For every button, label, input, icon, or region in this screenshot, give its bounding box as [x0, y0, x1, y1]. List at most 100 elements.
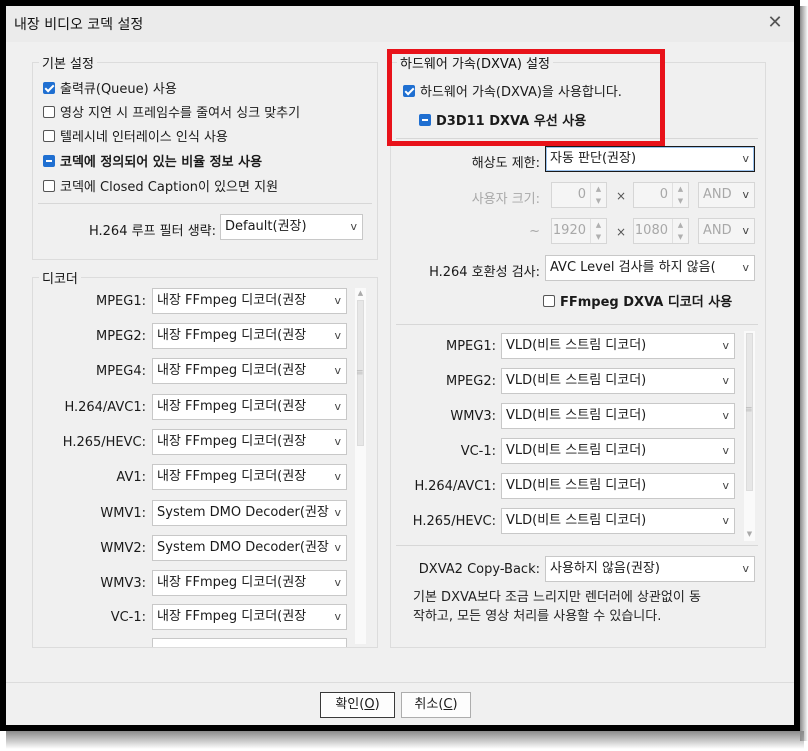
- range-tilde: ~: [529, 224, 540, 239]
- dxva-scrollbar[interactable]: ≡ ▼: [744, 331, 755, 541]
- dxva-label-mpeg1: MPEG1:: [446, 339, 496, 354]
- select-value: 내장 FFmpeg 디코더(권장: [157, 609, 307, 624]
- description-line: 작하고, 모든 영상 처리를 사용할 수 있습니다.: [413, 609, 662, 624]
- spin-arrows-icon[interactable]: ▲ ▼: [590, 183, 606, 207]
- max-width-spinner[interactable]: 1920 ▲ ▼: [551, 218, 607, 244]
- use-dxva-checkbox[interactable]: 하드웨어 가속(DXVA)을 사용합니다.: [403, 81, 622, 100]
- user-height-spinner[interactable]: 0 ▲ ▼: [633, 182, 689, 208]
- chevron-down-icon: v: [742, 152, 749, 165]
- decoder-label-wmv2: WMV2:: [100, 541, 146, 556]
- h264-loop-filter-select[interactable]: Default(권장) v: [220, 214, 363, 240]
- divider: [396, 138, 758, 139]
- divider: [396, 545, 758, 546]
- decoder-select-mpeg2[interactable]: 내장 FFmpeg 디코더(권장 v: [152, 323, 347, 349]
- decoder-select-mpeg1[interactable]: 내장 FFmpeg 디코더(권장 v: [152, 288, 347, 314]
- resolution-limit-select[interactable]: 자동 판단(권장) v: [545, 146, 755, 172]
- dxva-select-h265[interactable]: VLD(비트 스트림 디코더) v: [501, 508, 735, 534]
- times-icon: ×: [616, 189, 627, 203]
- spin-arrows-icon[interactable]: ▲ ▼: [672, 219, 688, 243]
- title-bar[interactable]: 내장 비디오 코덱 설정 ✕: [6, 6, 794, 42]
- spin-arrows-icon[interactable]: ▲ ▼: [590, 219, 606, 243]
- frame-drop-sync-checkbox[interactable]: 영상 지연 시 프레임수를 줄여서 싱크 맞추기: [43, 102, 300, 121]
- indeterminate-check-icon: [43, 154, 55, 167]
- decoder-select-wmv3[interactable]: 내장 FFmpeg 디코더(권장 v: [152, 570, 347, 596]
- decoder-scrollbar[interactable]: ▲ ≡: [355, 288, 366, 644]
- decoder-label-mpeg2: MPEG2:: [96, 329, 146, 344]
- spinner-value: 1080: [634, 223, 668, 238]
- dialog-footer: 확인(O) 취소(C): [6, 682, 794, 725]
- check-icon: [403, 84, 415, 97]
- decoder-title: 디코더: [39, 268, 81, 287]
- chevron-down-icon: v: [722, 409, 729, 422]
- user-size-operator-select[interactable]: AND v: [698, 182, 755, 208]
- h264-compat-select[interactable]: AVC Level 검사를 하지 않음( v: [545, 255, 755, 281]
- decoder-list-cut: [152, 638, 347, 647]
- dxva-select-mpeg1[interactable]: VLD(비트 스트림 디코더) v: [501, 333, 735, 359]
- select-value: 내장 FFmpeg 디코더(권장: [157, 434, 307, 449]
- dxva-label-vc1: VC-1:: [460, 444, 496, 459]
- chevron-down-icon: v: [742, 261, 749, 274]
- user-width-spinner[interactable]: 0 ▲ ▼: [551, 182, 607, 208]
- button-label: 취소(: [414, 697, 444, 712]
- scroll-down-icon[interactable]: ▼: [744, 529, 755, 539]
- close-icon[interactable]: ✕: [764, 12, 786, 34]
- scroll-up-icon[interactable]: ▲: [355, 288, 366, 298]
- select-value: System DMO Decoder(권장: [157, 540, 329, 555]
- d3d11-checkbox[interactable]: D3D11 DXVA 우선 사용: [419, 110, 586, 129]
- decoder-select-wmv1[interactable]: System DMO Decoder(권장 v: [152, 500, 347, 526]
- chevron-down-icon: v: [722, 339, 729, 352]
- max-size-operator-select[interactable]: AND v: [698, 218, 755, 244]
- decoder-label-h265: H.265/HEVC:: [62, 435, 146, 450]
- window-shadow-right: [800, 6, 808, 741]
- select-value: AND: [703, 223, 732, 238]
- cancel-button[interactable]: 취소(C): [401, 692, 471, 718]
- chevron-down-icon: v: [722, 514, 729, 527]
- decoder-select-h264[interactable]: 내장 FFmpeg 디코더(권장 v: [152, 394, 347, 420]
- chevron-down-icon: v: [334, 400, 341, 413]
- copyback-description: 기본 DXVA보다 조금 느리지만 렌더러에 상관없이 동 작하고, 모든 영상…: [413, 588, 758, 626]
- spin-arrows-icon[interactable]: ▲ ▼: [672, 183, 688, 207]
- dxva-select-vc1[interactable]: VLD(비트 스트림 디코더) v: [501, 438, 735, 464]
- select-value: AVC Level 검사를 하지 않음(: [550, 260, 716, 275]
- basic-settings-title: 기본 설정: [39, 53, 97, 72]
- divider: [396, 324, 758, 325]
- ok-button[interactable]: 확인(O): [320, 692, 395, 718]
- queue-checkbox[interactable]: 출력큐(Queue) 사용: [43, 78, 177, 97]
- dxva-select-wmv3[interactable]: VLD(비트 스트림 디코더) v: [501, 403, 735, 429]
- ffmpeg-dxva-checkbox[interactable]: FFmpeg DXVA 디코더 사용: [543, 291, 732, 310]
- decoder-select-mpeg4[interactable]: 내장 FFmpeg 디코더(권장 v: [152, 358, 347, 384]
- shortcut-key: C: [443, 697, 453, 712]
- decoder-label-h264: H.264/AVC1:: [64, 400, 146, 415]
- checkbox-label: 코덱에 Closed Caption이 있으면 지원: [60, 180, 279, 195]
- window-title: 내장 비디오 코덱 설정: [14, 17, 144, 33]
- telecine-checkbox[interactable]: 텔레시네 인터레이스 인식 사용: [43, 126, 228, 145]
- aspect-ratio-checkbox[interactable]: 코덱에 정의되어 있는 비율 정보 사용: [43, 151, 262, 170]
- checkbox-label: 출력큐(Queue) 사용: [60, 82, 177, 97]
- decoder-select-vc1[interactable]: 내장 FFmpeg 디코더(권장 v: [152, 604, 347, 630]
- copyback-select[interactable]: 사용하지 않음(권장) v: [545, 556, 755, 582]
- decoder-select-wmv2[interactable]: System DMO Decoder(권장 v: [152, 535, 347, 561]
- max-height-spinner[interactable]: 1080 ▲ ▼: [633, 218, 689, 244]
- chevron-down-icon: v: [334, 435, 341, 448]
- decoder-label-mpeg4: MPEG4:: [96, 364, 146, 379]
- chevron-down-icon: v: [334, 506, 341, 519]
- chevron-down-icon: v: [742, 188, 749, 201]
- dxva-label-wmv3: WMV3:: [450, 409, 496, 424]
- dxva-select-mpeg2[interactable]: VLD(비트 스트림 디코더) v: [501, 368, 735, 394]
- copyback-label: DXVA2 Copy-Back:: [418, 562, 540, 577]
- select-value: 내장 FFmpeg 디코더(권장: [157, 363, 307, 378]
- checkbox-label: FFmpeg DXVA 디코더 사용: [560, 295, 733, 310]
- chevron-down-icon: v: [722, 479, 729, 492]
- resolution-limit-label: 해상도 제한:: [471, 156, 540, 171]
- decoder-select-h265[interactable]: 내장 FFmpeg 디코더(권장 v: [152, 429, 347, 455]
- decoder-select-av1[interactable]: 내장 FFmpeg 디코더(권장 v: [152, 464, 347, 490]
- decoder-label-mpeg1: MPEG1:: [96, 294, 146, 309]
- divider: [38, 203, 372, 204]
- dxva-select-h264[interactable]: VLD(비트 스트림 디코더) v: [501, 473, 735, 499]
- button-label: 확인(: [335, 697, 365, 712]
- select-value: 내장 FFmpeg 디코더(권장: [157, 293, 307, 308]
- checkbox-box: [543, 294, 555, 307]
- spinner-value: 0: [659, 187, 668, 202]
- shortcut-key: O: [364, 697, 375, 712]
- closed-caption-checkbox[interactable]: 코덱에 Closed Caption이 있으면 지원: [43, 176, 278, 195]
